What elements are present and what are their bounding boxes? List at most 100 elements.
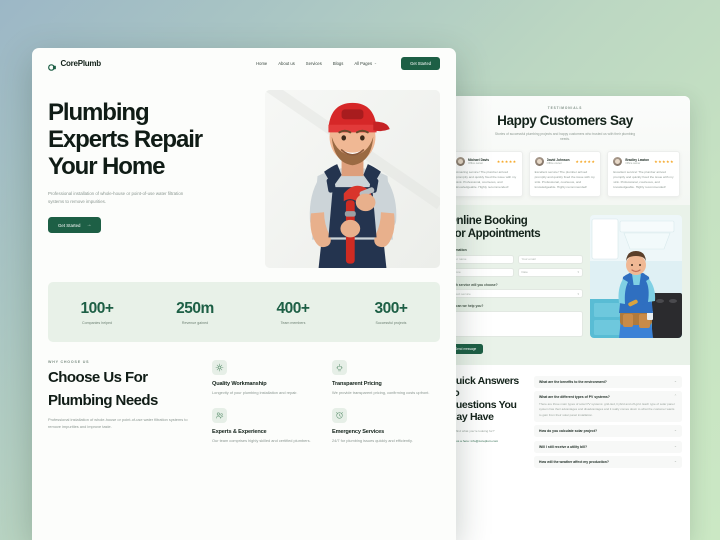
booking-title-line1: Online Booking xyxy=(448,214,528,227)
hero-image xyxy=(265,90,440,268)
hero-get-started-button[interactable]: Get Started → xyxy=(48,217,102,234)
chevron-down-icon[interactable]: ⌄ xyxy=(674,429,677,433)
nav-item-blogs[interactable]: Blogs xyxy=(333,61,343,66)
booking-title-line2: For Appointments xyxy=(448,227,541,240)
nav-item-about-us[interactable]: About us xyxy=(278,61,295,66)
nav-item-services[interactable]: Services xyxy=(306,61,322,66)
stat-number: 300+ xyxy=(374,299,408,317)
feature-desc: 24/7 for plumbing issues quickly and eff… xyxy=(332,437,413,443)
faq-item[interactable]: How do you calculate solar project? ⌄ xyxy=(534,425,682,438)
feature-title: Transparent Pricing xyxy=(332,381,382,387)
testimonials-row: Michael Davis Office owner ★★★★★ Amazing… xyxy=(448,151,682,197)
feature-card[interactable]: Experts & Experience Our team comprises … xyxy=(212,407,320,445)
testimonial-quote: Excellent service! The plumber arrived p… xyxy=(613,170,674,190)
testimonial-quote: Excellent service! The plumber arrived p… xyxy=(534,170,595,190)
chevron-up-icon[interactable]: ⌃ xyxy=(674,395,677,399)
hero-button-label: Get Started xyxy=(58,222,81,228)
logo[interactable]: CorePlumb xyxy=(48,58,102,71)
nav-links: Home About us Services Blogs All Pages ⌄… xyxy=(256,56,440,70)
feature-desc: We provide transparent pricing, confirmi… xyxy=(332,390,430,395)
avatar xyxy=(534,157,544,167)
stat-label: Team members xyxy=(280,320,306,325)
why-choose-us-section: WHY CHOOSE US Choose Us For Plumbing Nee… xyxy=(32,342,456,444)
feature-desc: Our team comprises highly skilled and ce… xyxy=(212,437,311,443)
logo-text: CorePlumb xyxy=(60,58,102,68)
chevron-down-icon[interactable]: ⌄ xyxy=(674,444,677,449)
chevron-down-icon[interactable]: ⌄ xyxy=(674,460,677,464)
arrow-right-icon: → xyxy=(86,222,92,229)
hero-heading-line1: Plumbing xyxy=(48,99,150,126)
hero-section: Plumbing Experts Repair Your Home Profes… xyxy=(32,78,456,268)
stat-label: Companies helped xyxy=(82,320,112,325)
emergency-icon xyxy=(332,407,347,423)
testimonials-title: Happy Customers Say xyxy=(497,113,633,128)
feature-card[interactable]: Emergency Services 24/7 for plumbing iss… xyxy=(332,407,440,445)
stats-bar: 100+ Companies helped 250m Revenue gaine… xyxy=(48,282,440,342)
testimonials-eyebrow: TESTIMONIALS xyxy=(547,106,583,110)
testimonial-role: Office owner xyxy=(625,162,641,166)
team-icon xyxy=(212,407,227,423)
why-heading-line2: Plumbing Needs xyxy=(48,391,158,409)
faq-item[interactable]: Will I still receive a utility bill? ⌄ xyxy=(534,440,682,453)
testimonial-role: Office owner xyxy=(468,162,484,166)
testimonial-header: Michael Davis Office owner ★★★★★ xyxy=(456,157,517,167)
feature-card[interactable]: Transparent Pricing We provide transpare… xyxy=(332,360,440,397)
faq-item[interactable]: What are the different types of PV syste… xyxy=(534,391,682,422)
faq-question: What are the benefits to the environment… xyxy=(539,379,607,384)
faq-section: Quick Answers To Questions You May Have … xyxy=(440,364,690,480)
faq-title-line1: Quick Answers To xyxy=(448,374,519,399)
booking-section-label: Information xyxy=(448,247,467,252)
plumber-kitchen-illustration xyxy=(590,214,682,338)
why-heading-line1: Choose Us For xyxy=(48,369,148,386)
faq-note-link[interactable]: Write us a here: info@coreplum.com xyxy=(448,439,526,444)
testimonial-header: David Johnson Office owner ★★★★★ xyxy=(534,157,596,167)
service-select[interactable]: Select service xyxy=(448,289,583,299)
faq-title-line2: Questions You xyxy=(448,398,517,411)
chevron-down-icon[interactable]: ⌄ xyxy=(674,379,677,384)
hero-paragraph: Professional installation of whole-house… xyxy=(48,191,184,204)
hero-heading-line2: Experts Repair xyxy=(48,126,203,154)
rating-stars: ★★★★★ xyxy=(654,159,675,165)
testimonial-card[interactable]: David Johnson Office owner ★★★★★ Excelle… xyxy=(528,151,602,197)
testimonials-subtitle: Stories of successful plumbing projects … xyxy=(494,132,636,142)
faq-item[interactable]: What are the benefits to the environment… xyxy=(534,375,682,388)
testimonial-role: Office owner xyxy=(546,162,562,166)
avatar xyxy=(613,157,623,167)
rating-stars: ★★★★★ xyxy=(496,159,517,165)
faq-note: Can't find what you're looking for? xyxy=(448,428,495,433)
avatar xyxy=(456,157,465,167)
booking-section: Online Booking For Appointments Informat… xyxy=(440,204,690,365)
why-paragraph: Professional installation of whole-house… xyxy=(48,417,188,430)
stat-number: 100+ xyxy=(80,299,114,317)
faq-question: What are the different types of PV syste… xyxy=(539,395,610,400)
feature-desc: Longevity of your plumbing installation … xyxy=(212,390,298,395)
feature-title: Emergency Services xyxy=(332,428,385,435)
stat-item: 250m Revenue gained xyxy=(146,300,244,325)
faq-question: Will I still receive a utility bill? xyxy=(539,444,588,449)
faq-question: How do you calculate solar project? xyxy=(539,429,598,434)
message-textarea[interactable] xyxy=(448,310,583,337)
faq-item[interactable]: How will the weather affect my productio… xyxy=(534,456,682,469)
testimonial-header: Bradley Lawton Office owner ★★★★★ xyxy=(613,157,675,167)
stat-number: 250m xyxy=(176,299,214,317)
stat-number: 400+ xyxy=(276,299,310,317)
feature-card[interactable]: Quality Workmanship Longevity of your pl… xyxy=(212,360,320,397)
booking-image xyxy=(590,214,682,338)
date-field[interactable]: Date xyxy=(517,267,583,277)
primary-page-panel: CorePlumb Home About us Services Blogs A… xyxy=(32,48,456,540)
pipes-icon xyxy=(332,360,347,375)
nav-get-started-button[interactable]: Get Started xyxy=(401,56,440,70)
chevron-down-icon[interactable]: ⌄ xyxy=(374,61,377,65)
stat-label: Revenue gained xyxy=(181,320,209,325)
nav-item-home[interactable]: Home xyxy=(256,61,267,66)
testimonial-card[interactable]: Bradley Lawton Office owner ★★★★★ Excell… xyxy=(607,151,681,197)
email-field[interactable]: Your email xyxy=(517,254,583,264)
nav-all-pages-label[interactable]: All Pages xyxy=(354,61,372,66)
testimonials-section: TESTIMONIALS Happy Customers Say Stories… xyxy=(440,96,690,205)
name-field[interactable]: Your name xyxy=(448,254,514,264)
plumber-with-wrench-illustration xyxy=(265,90,440,268)
testimonial-card[interactable]: Michael Davis Office owner ★★★★★ Amazing… xyxy=(450,151,523,197)
secondary-page-panel: TESTIMONIALS Happy Customers Say Stories… xyxy=(440,96,690,540)
phone-field[interactable]: Phone xyxy=(448,267,514,277)
nav-item-all-pages[interactable]: All Pages ⌄ xyxy=(354,61,377,66)
